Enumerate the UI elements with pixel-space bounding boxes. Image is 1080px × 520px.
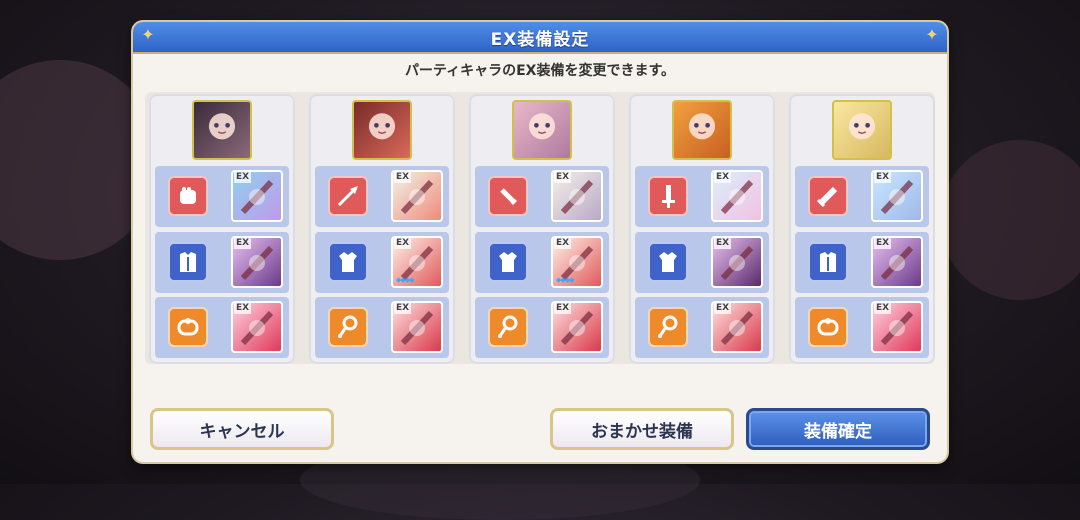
- ex-red-ring-accessory-icon[interactable]: EX: [231, 301, 283, 353]
- ex-red-chain-accessory-icon[interactable]: EX: [391, 301, 443, 353]
- ex-tag-label: EX: [874, 238, 892, 249]
- ex-red-ring-accessory-icon[interactable]: EX: [871, 301, 923, 353]
- ex-crystal-sword-icon[interactable]: EX: [711, 170, 763, 222]
- equipment-slot-row: EX: [795, 232, 929, 293]
- ex-greatsword-weapon-icon[interactable]: EX: [871, 170, 923, 222]
- character-card: EX EX EX: [789, 94, 935, 364]
- ex-tag-label: EX: [394, 238, 412, 249]
- refine-stars-icon: ◆◆◆◆: [396, 276, 415, 284]
- fist-icon: [168, 176, 208, 216]
- equipment-slot-row: EX: [475, 166, 609, 227]
- pink-haired-character-portrait-icon[interactable]: [512, 100, 572, 160]
- necklace-icon: [328, 307, 368, 347]
- party-equipment-area: EX EX EX EX EX ◆◆◆◆ EX EX EX ◆◆◆◆ EX EX EX EX EX EX EX: [145, 92, 935, 364]
- ex-dark-dress-icon[interactable]: EX: [711, 236, 763, 288]
- corner-ornament-icon: ✦: [141, 25, 155, 44]
- equipment-slot-row: EX: [315, 297, 449, 358]
- equipment-slot-row: EX: [635, 297, 769, 358]
- light-armor-icon: [648, 242, 688, 282]
- dark-haired-character-portrait-icon[interactable]: [192, 100, 252, 160]
- ex-red-white-robe-icon[interactable]: EX ◆◆◆◆: [551, 236, 603, 288]
- light-armor-icon: [328, 242, 368, 282]
- ex-trident-weapon-icon[interactable]: EX: [391, 170, 443, 222]
- ex-tag-label: EX: [714, 303, 732, 314]
- equipment-slot-row: EX: [795, 166, 929, 227]
- ex-tag-label: EX: [234, 172, 252, 183]
- equipment-slot-row: EX: [155, 166, 289, 227]
- equipment-slot-row: EX: [795, 297, 929, 358]
- ring-icon: [168, 307, 208, 347]
- ex-tag-label: EX: [554, 238, 572, 249]
- ex-red-white-robe-icon[interactable]: EX ◆◆◆◆: [391, 236, 443, 288]
- background-scene-right: [940, 140, 1080, 300]
- ex-tag-label: EX: [714, 172, 732, 183]
- equipment-slot-row: EX: [635, 166, 769, 227]
- auto-equip-button-label: おまかせ装備: [591, 421, 693, 442]
- cancel-button-label: キャンセル: [199, 421, 285, 442]
- character-card: EX EX ◆◆◆◆ EX: [309, 94, 455, 364]
- equipment-slot-row: EX: [315, 166, 449, 227]
- dagger-icon: [488, 176, 528, 216]
- ex-tag-label: EX: [554, 172, 572, 183]
- confirm-equip-button[interactable]: 装備確定: [746, 408, 930, 450]
- ex-equipment-dialog: ✦ EX装備設定 ✦ パーティキャラのEX装備を変更できます。 EX EX EX EX…: [133, 22, 947, 462]
- blonde-character-portrait-icon[interactable]: [832, 100, 892, 160]
- greatsword-icon: [808, 176, 848, 216]
- dialog-title: EX装備設定: [490, 29, 590, 50]
- equipment-slot-row: EX ◆◆◆◆: [475, 232, 609, 293]
- character-card: EX EX EX: [149, 94, 295, 364]
- light-armor-icon: [488, 242, 528, 282]
- equipment-slot-row: EX ◆◆◆◆: [315, 232, 449, 293]
- ex-tag-label: EX: [234, 238, 252, 249]
- ex-red-chain-accessory-icon[interactable]: EX: [551, 301, 603, 353]
- heavy-armor-icon: [808, 242, 848, 282]
- ex-tag-label: EX: [394, 172, 412, 183]
- cancel-button[interactable]: キャンセル: [150, 408, 334, 450]
- character-card: EX EX EX: [629, 94, 775, 364]
- equipment-slot-row: EX: [475, 297, 609, 358]
- ex-tag-label: EX: [874, 172, 892, 183]
- orange-haired-character-portrait-icon[interactable]: [672, 100, 732, 160]
- equipment-slot-row: EX: [635, 232, 769, 293]
- red-haired-character-portrait-icon[interactable]: [352, 100, 412, 160]
- ex-lance-weapon-icon[interactable]: EX: [551, 170, 603, 222]
- ex-dark-armor-icon[interactable]: EX: [231, 236, 283, 288]
- dialog-subtitle: パーティキャラのEX装備を変更できます。: [404, 63, 676, 79]
- dialog-titlebar: ✦ EX装備設定 ✦: [133, 22, 947, 54]
- spear-icon: [328, 176, 368, 216]
- ex-red-chain-accessory-icon[interactable]: EX: [711, 301, 763, 353]
- necklace-icon: [488, 307, 528, 347]
- ex-tag-label: EX: [234, 303, 252, 314]
- ex-tag-label: EX: [874, 303, 892, 314]
- ring-icon: [808, 307, 848, 347]
- character-card: EX EX ◆◆◆◆ EX: [469, 94, 615, 364]
- auto-equip-button[interactable]: おまかせ装備: [550, 408, 734, 450]
- heavy-armor-icon: [168, 242, 208, 282]
- ex-tag-label: EX: [714, 238, 732, 249]
- necklace-icon: [648, 307, 688, 347]
- ex-tag-label: EX: [554, 303, 572, 314]
- ex-dark-armor-icon[interactable]: EX: [871, 236, 923, 288]
- ex-tag-label: EX: [394, 303, 412, 314]
- ex-claw-weapon-icon[interactable]: EX: [231, 170, 283, 222]
- corner-ornament-icon: ✦: [925, 25, 939, 44]
- sword-icon: [648, 176, 688, 216]
- confirm-equip-button-label: 装備確定: [804, 421, 872, 442]
- refine-stars-icon: ◆◆◆◆: [556, 276, 575, 284]
- equipment-slot-row: EX: [155, 232, 289, 293]
- equipment-slot-row: EX: [155, 297, 289, 358]
